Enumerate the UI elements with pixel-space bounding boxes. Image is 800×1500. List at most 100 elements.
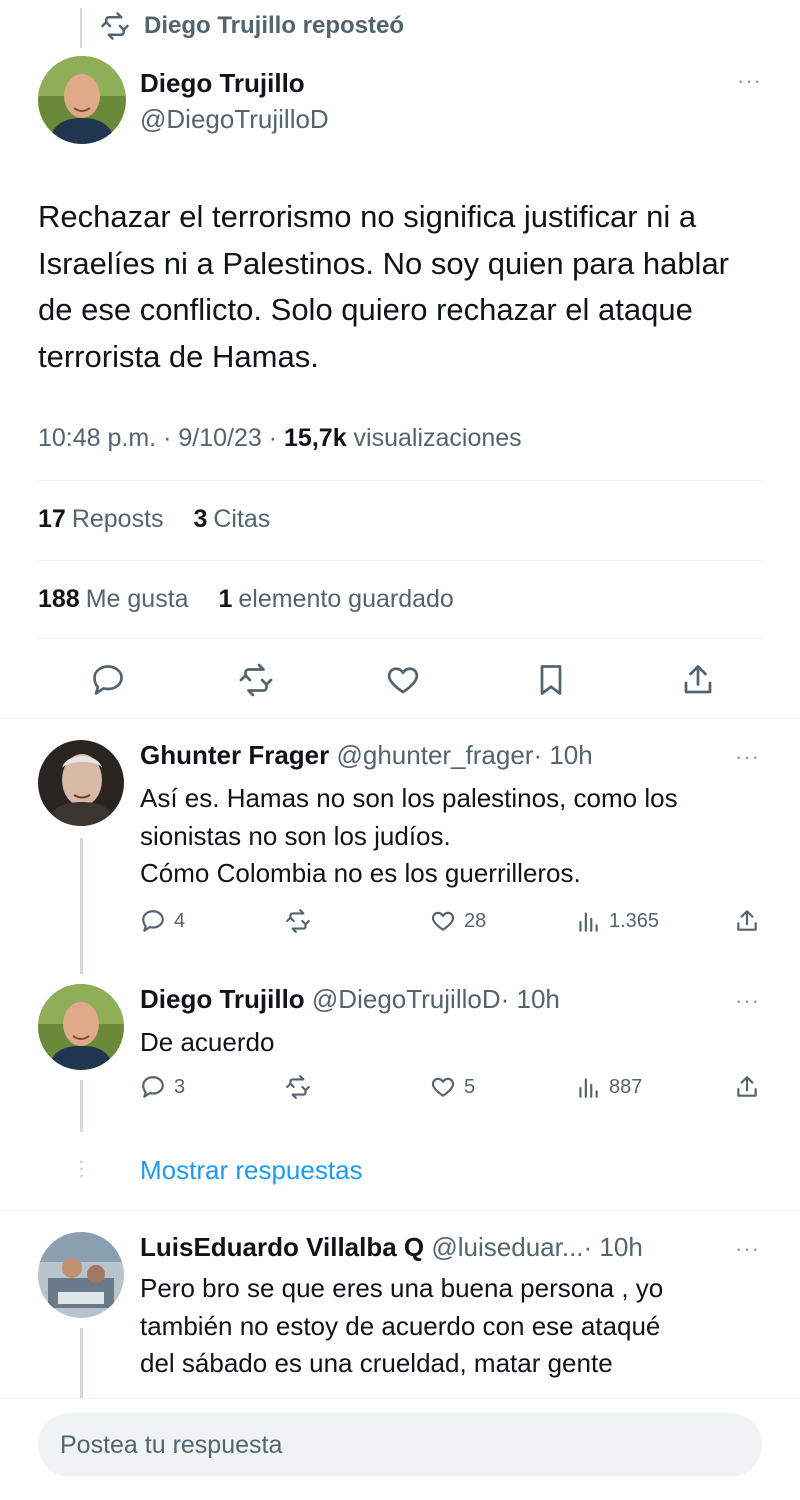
reply-count: 3 [174,1075,186,1098]
likes-stat[interactable]: 188 Me gusta [38,585,189,613]
reply-text-line: De acuerdo [140,1027,275,1057]
likes-bookmarks-row: 188 Me gusta 1 elemento guardado [38,585,454,614]
avatar[interactable] [38,1232,124,1318]
views-button[interactable]: 887 [575,1074,642,1100]
show-replies-link[interactable]: Mostrar respuestas [140,1155,363,1186]
like-count: 5 [464,1075,476,1098]
quotes-label: Citas [213,505,271,533]
repost-banner[interactable]: Diego Trujillo reposteó [100,10,404,42]
thread-line [80,1080,83,1132]
quotes-count: 3 [193,505,208,533]
reposts-label: Reposts [71,505,164,533]
repost-button[interactable] [285,1074,319,1100]
reposts-quotes-row: 17 Reposts 3 Citas [38,505,270,534]
more-options-icon[interactable]: ··· [735,746,760,768]
repost-icon [286,1075,310,1099]
share-button[interactable] [734,1074,760,1100]
reply-time[interactable]: · 10h [501,984,560,1014]
reposts-count: 17 [38,505,66,533]
likes-label: Me gusta [85,585,189,613]
view-count: 1.365 [609,909,660,932]
reply-time[interactable]: · 10h [584,1232,643,1262]
views-icon [579,912,598,932]
reply-item[interactable]: Diego Trujillo @DiegoTrujilloD· 10h ··· … [0,984,800,1114]
author-name[interactable]: Diego Trujillo [140,68,305,99]
divider [38,560,762,561]
repost-banner-text: Diego Trujillo reposteó [144,12,405,39]
reply-count-button[interactable]: 3 [140,1074,185,1100]
divider [0,718,800,719]
bookmarks-stat[interactable]: 1 elemento guardado [218,585,453,613]
repost-button[interactable] [285,908,319,934]
reply-header: LuisEduardo Villalba Q @luiseduar...· 10… [140,1232,760,1263]
bookmarks-count: 1 [218,585,233,613]
thread-line [80,838,83,974]
separator: · [163,424,172,452]
repost-icon[interactable] [238,662,278,702]
reply-time[interactable]: · 10h [533,740,592,770]
quotes-stat[interactable]: 3 Citas [193,505,270,533]
reply-author-handle[interactable]: @ghunter_frager [336,740,533,770]
views-button[interactable]: 1.365 [575,908,659,934]
avatar[interactable] [38,984,124,1070]
reply-actions: 3 5 887 [140,1074,760,1104]
reply-icon [142,910,164,932]
reply-author-name[interactable]: Ghunter Frager [140,740,329,770]
divider [38,480,762,481]
avatar[interactable] [38,740,124,826]
reply-author-handle[interactable]: @DiegoTrujilloD [312,984,501,1014]
reply-icon [142,1076,164,1098]
divider [0,1210,800,1211]
reply-text-line: del sábado es una crueldad, matar gente [140,1348,613,1379]
likes-count: 188 [38,585,80,613]
post-time[interactable]: 10:48 p.m. [38,424,156,452]
reply-text-line: sionistas no son los judíos. [140,820,451,851]
reply-count: 4 [174,909,186,932]
reply-item[interactable]: Ghunter Frager @ghunter_frager· 10h ··· … [0,740,800,940]
post-date[interactable]: 9/10/23 [178,424,261,452]
reply-composer [0,1398,800,1500]
more-options-icon[interactable]: ··· [735,990,760,1012]
reply-count-button[interactable]: 4 [140,908,185,934]
reply-actions: 4 28 1.365 [140,908,760,938]
reply-text-line: Cómo Colombia no es los guerrilleros. [140,858,581,889]
avatar[interactable] [38,56,126,144]
reply-text: De acuerdo [140,1024,760,1062]
reply-input-container[interactable] [38,1413,762,1477]
post-action-bar [90,660,720,704]
share-icon[interactable] [680,662,720,702]
bookmarks-label: elemento guardado [238,585,454,613]
reply-icon[interactable] [90,662,130,702]
reply-header: Ghunter Frager @ghunter_frager· 10h [140,740,760,771]
reply-author-name[interactable]: LuisEduardo Villalba Q [140,1232,424,1262]
divider [38,638,762,639]
like-button[interactable]: 28 [430,908,486,934]
thread-line [80,1328,83,1398]
reply-author-handle[interactable]: @luiseduar... [431,1232,583,1262]
views-label: visualizaciones [353,424,522,452]
post-meta: 10:48 p.m. · 9/10/23 · 15,7k visualizaci… [38,424,522,453]
post-text: Rechazar el terrorismo no significa just… [38,199,730,374]
reply-item[interactable]: LuisEduardo Villalba Q @luiseduar...· 10… [0,1232,800,1392]
like-icon [431,1077,455,1097]
reposts-stat[interactable]: 17 Reposts [38,505,164,533]
reply-text-line: Pero bro se que eres una buena persona ,… [140,1273,664,1303]
repost-icon [286,909,310,933]
share-icon [737,1076,757,1097]
like-button[interactable]: 5 [430,1074,475,1100]
reply-author-name[interactable]: Diego Trujillo [140,984,305,1014]
share-button[interactable] [734,908,760,934]
more-options-icon[interactable]: ··· [737,70,762,92]
more-options-icon[interactable]: ··· [735,1238,760,1260]
views-count: 15,7k [284,424,347,452]
reply-header: Diego Trujillo @DiegoTrujilloD· 10h [140,984,760,1015]
like-icon[interactable] [385,662,425,702]
author-handle[interactable]: @DiegoTrujilloD [140,104,329,135]
view-count: 887 [609,1075,643,1098]
reply-input[interactable] [60,1413,740,1477]
like-count: 28 [464,909,487,932]
reply-text-line: Así es. Hamas no son los palestinos, com… [140,783,678,813]
bookmark-icon[interactable] [533,662,573,702]
share-icon [737,910,757,931]
reply-text: Pero bro se que eres una buena persona ,… [140,1270,760,1383]
